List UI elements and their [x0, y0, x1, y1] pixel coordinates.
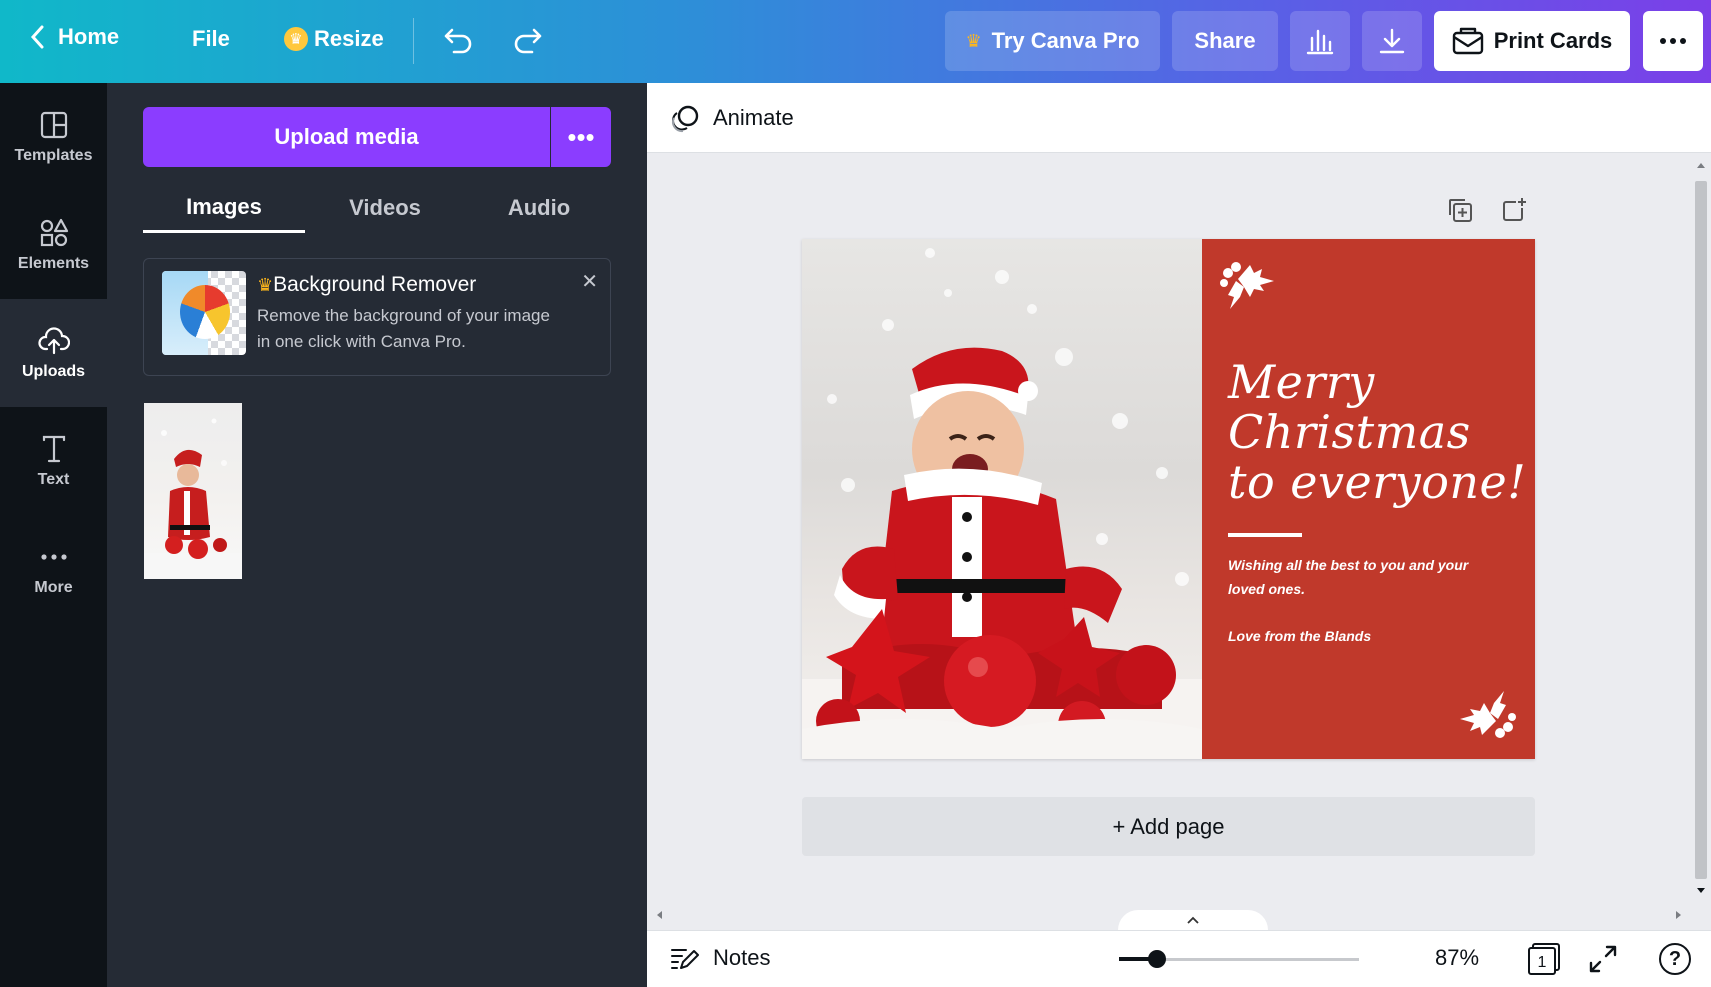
- undo-icon: [444, 28, 472, 54]
- file-menu[interactable]: File: [192, 26, 230, 52]
- upload-options-button[interactable]: •••: [551, 107, 611, 167]
- resize-button[interactable]: ♛ Resize: [284, 26, 384, 52]
- duplicate-page-icon[interactable]: [1446, 196, 1474, 224]
- background-remover-promo[interactable]: ♛Background Remover Remove the backgroun…: [143, 258, 611, 376]
- vertical-scroll-thumb[interactable]: [1695, 181, 1707, 879]
- text-icon: [42, 435, 65, 463]
- rail-label-text: Text: [37, 471, 70, 488]
- print-cards-button[interactable]: Print Cards: [1434, 11, 1630, 71]
- rail-label-templates: Templates: [14, 147, 93, 164]
- animate-toolbar: Animate: [647, 83, 1711, 153]
- more-dots-icon: [40, 554, 67, 560]
- notes-icon: [671, 949, 699, 969]
- templates-icon: [40, 111, 67, 139]
- zoom-level[interactable]: 87%: [1435, 945, 1479, 971]
- tab-images[interactable]: Images: [143, 183, 305, 233]
- rail-item-templates[interactable]: Templates: [0, 83, 107, 191]
- toolbar-divider: [413, 18, 414, 64]
- notes-button[interactable]: Notes: [669, 944, 770, 972]
- chevron-left-icon: [30, 25, 44, 49]
- try-canva-pro-button[interactable]: ♛ Try Canva Pro: [945, 11, 1160, 71]
- try-pro-label: Try Canva Pro: [991, 28, 1140, 53]
- tab-audio[interactable]: Audio: [465, 183, 613, 233]
- scroll-down-icon[interactable]: [1696, 887, 1706, 895]
- rail-item-text[interactable]: Text: [0, 407, 107, 515]
- close-icon[interactable]: ✕: [581, 269, 598, 294]
- download-icon: [1379, 28, 1405, 54]
- christmas-card-page[interactable]: Merry Christmas to everyone! Wishing all…: [802, 239, 1535, 759]
- insights-button[interactable]: [1290, 11, 1350, 71]
- tab-videos[interactable]: Videos: [305, 183, 465, 233]
- baby-santa-photo[interactable]: [802, 239, 1202, 759]
- scroll-left-icon[interactable]: [655, 910, 663, 920]
- file-label: File: [192, 26, 230, 51]
- promo-title: ♛Background Remover: [257, 273, 476, 297]
- rail-item-elements[interactable]: Elements: [0, 191, 107, 299]
- page-count: 1: [1538, 954, 1547, 971]
- notes-label: Notes: [713, 945, 771, 970]
- cloud-upload-icon: [37, 327, 70, 355]
- upload-media-button[interactable]: Upload media: [143, 107, 550, 167]
- rail-item-uploads[interactable]: Uploads: [0, 299, 107, 407]
- card-text-panel: Merry Christmas to everyone! Wishing all…: [1202, 239, 1535, 759]
- chevron-up-icon: [1187, 916, 1199, 924]
- baby-santa-image: [802, 248, 1202, 759]
- crown-icon: ♛: [965, 30, 982, 51]
- page-count-button[interactable]: 1: [1527, 942, 1561, 976]
- help-button[interactable]: ?: [1659, 943, 1691, 975]
- divider-line: [1228, 533, 1302, 537]
- headline-line-3: to everyone!: [1228, 455, 1527, 509]
- undo-button[interactable]: [442, 24, 474, 54]
- rail-label-elements: Elements: [17, 255, 90, 272]
- insights-icon: [1306, 29, 1334, 55]
- scroll-up-icon[interactable]: [1696, 161, 1706, 169]
- more-icon: [1660, 38, 1686, 44]
- holly-icon: [1460, 691, 1516, 738]
- share-label: Share: [1194, 28, 1256, 53]
- elements-icon: [40, 218, 68, 247]
- redo-button[interactable]: [512, 24, 544, 54]
- share-button[interactable]: Share: [1172, 11, 1278, 71]
- animate-icon: [672, 105, 699, 133]
- print-cards-label: Print Cards: [1493, 28, 1613, 53]
- download-button[interactable]: [1362, 11, 1422, 71]
- rail-label-uploads: Uploads: [21, 363, 86, 380]
- more-options-button[interactable]: [1643, 11, 1703, 71]
- promo-description: Remove the background of your image in o…: [257, 306, 550, 351]
- bottom-bar: Notes 87% 1 ?: [647, 930, 1711, 987]
- fullscreen-icon[interactable]: [1587, 943, 1619, 975]
- home-label: Home: [58, 24, 120, 49]
- rail-item-more[interactable]: More: [0, 515, 107, 623]
- crown-icon: ♛: [257, 275, 274, 295]
- page-panel-toggle[interactable]: [1118, 910, 1268, 930]
- add-page-icon[interactable]: [1500, 196, 1528, 224]
- animate-button[interactable]: Animate: [713, 105, 794, 131]
- add-page-button[interactable]: + Add page: [802, 797, 1535, 856]
- holly-icon: [1220, 262, 1274, 309]
- left-rail: Templates Elements Uploads Text More: [0, 83, 107, 987]
- scroll-right-icon[interactable]: [1675, 910, 1683, 920]
- promo-title-text: Background Remover: [273, 273, 477, 296]
- rail-label-more: More: [34, 579, 73, 596]
- vertical-scrollbar[interactable]: [1691, 153, 1711, 910]
- card-wish-text[interactable]: Wishing all the best to you and your lov…: [1228, 553, 1508, 601]
- page-actions: [1446, 196, 1528, 224]
- beach-ball-thumbnail: [162, 271, 246, 355]
- top-bar: Home File ♛ Resize ♛ Try Canva Pro Share…: [0, 0, 1711, 83]
- redo-icon: [514, 28, 542, 54]
- baby-santa-thumbnail-image: [144, 418, 242, 579]
- headline-line-1: Merry: [1228, 355, 1375, 409]
- crown-icon: ♛: [284, 27, 308, 51]
- card-headline[interactable]: Merry Christmas to everyone!: [1228, 357, 1526, 507]
- zoom-slider-handle[interactable]: [1148, 950, 1167, 968]
- home-button[interactable]: Home: [28, 24, 119, 50]
- uploads-panel: Upload media ••• Images Videos Audio ♛Ba…: [107, 83, 647, 987]
- headline-line-2: Christmas: [1228, 405, 1471, 459]
- uploaded-image-thumbnail[interactable]: [144, 403, 242, 579]
- resize-label: Resize: [314, 26, 384, 51]
- envelope-icon: [1452, 27, 1483, 55]
- card-signoff-text[interactable]: Love from the Blands: [1228, 628, 1371, 644]
